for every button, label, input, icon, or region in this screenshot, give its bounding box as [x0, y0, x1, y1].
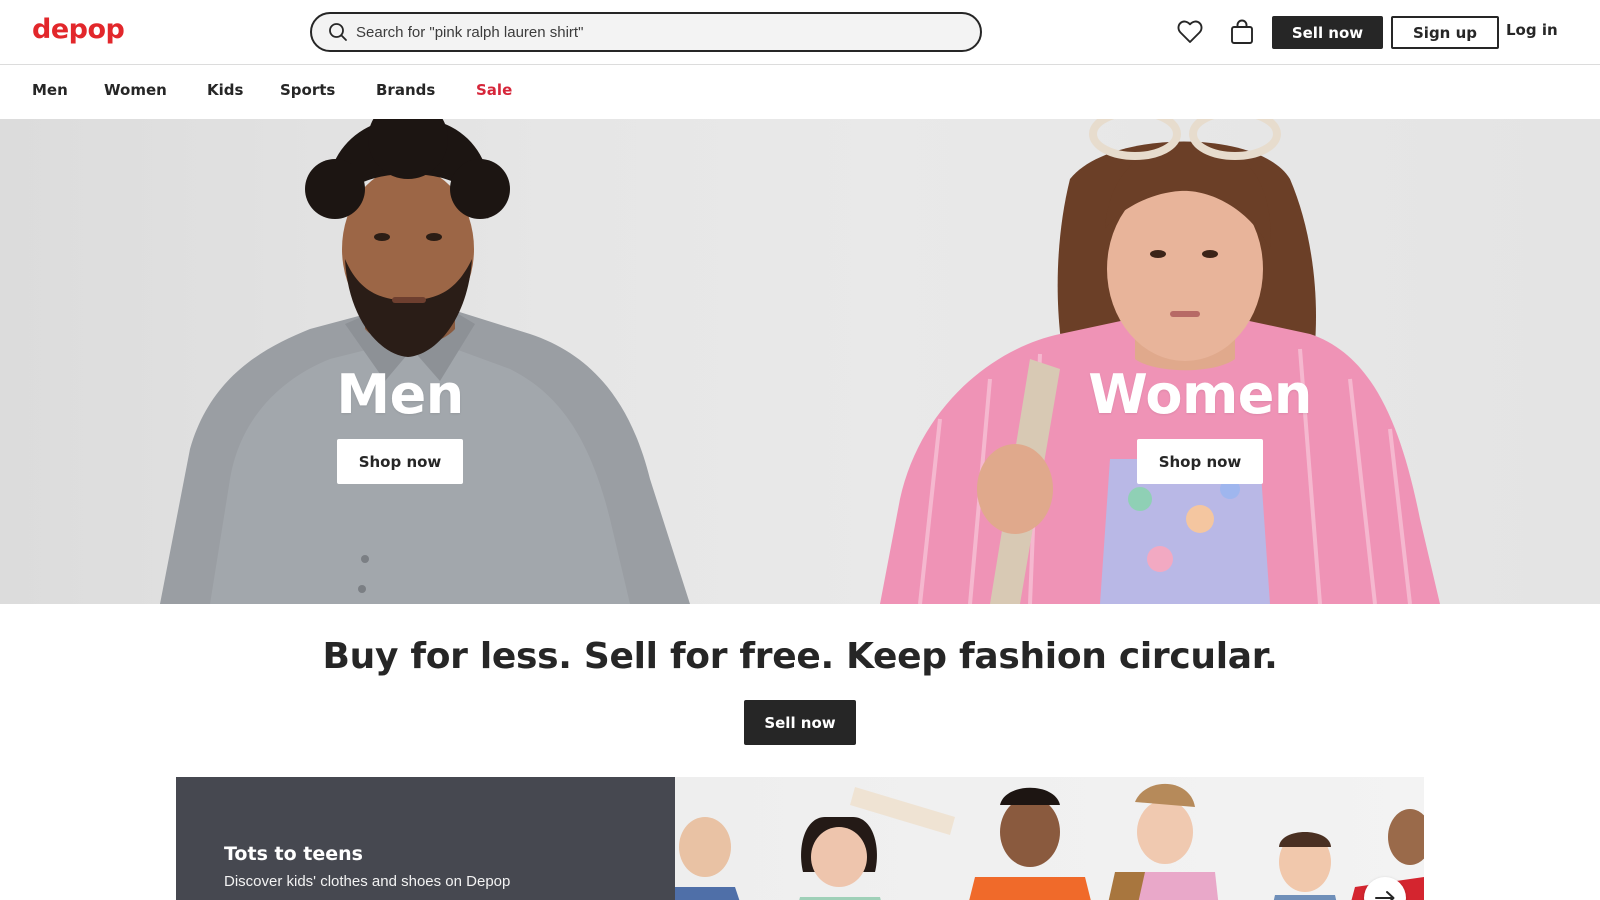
- kids-banner-panel: Tots to teens Discover kids' clothes and…: [176, 777, 675, 900]
- nav-item-men[interactable]: Men: [32, 81, 68, 99]
- hero-banner: Men Shop now Women Shop now: [0, 119, 1600, 604]
- tagline-heading: Buy for less. Sell for free. Keep fashio…: [322, 636, 1278, 677]
- bag-icon[interactable]: [1228, 18, 1256, 46]
- category-nav: Men Women Kids Sports Brands Sale: [0, 65, 1600, 119]
- sell-now-button[interactable]: Sell now: [1272, 16, 1383, 49]
- search-icon: [328, 22, 348, 42]
- depop-logo[interactable]: depop: [32, 14, 125, 45]
- women-hero-title: Women: [1088, 363, 1312, 426]
- nav-item-kids[interactable]: Kids: [207, 81, 243, 99]
- women-model-image: [880, 119, 1440, 604]
- log-in-link[interactable]: Log in: [1506, 21, 1558, 39]
- kids-banner-image: [675, 777, 1424, 900]
- search-bar[interactable]: [310, 12, 982, 52]
- heart-icon[interactable]: [1176, 18, 1204, 46]
- tagline-sell-now-button[interactable]: Sell now: [744, 700, 856, 745]
- men-hero-title: Men: [336, 363, 464, 426]
- kids-banner[interactable]: Tots to teens Discover kids' clothes and…: [176, 777, 1424, 900]
- men-shop-now-button[interactable]: Shop now: [337, 439, 463, 484]
- nav-item-brands[interactable]: Brands: [376, 81, 435, 99]
- site-header: depop Sell now Sign up Log in: [0, 0, 1600, 65]
- nav-item-sale[interactable]: Sale: [476, 81, 512, 99]
- women-shop-now-button[interactable]: Shop now: [1137, 439, 1263, 484]
- nav-item-women[interactable]: Women: [104, 81, 167, 99]
- kids-banner-subtitle: Discover kids' clothes and shoes on Depo…: [224, 873, 511, 890]
- kids-banner-title: Tots to teens: [224, 843, 363, 865]
- nav-item-sports[interactable]: Sports: [280, 81, 335, 99]
- search-input[interactable]: [356, 23, 980, 41]
- sign-up-button[interactable]: Sign up: [1391, 16, 1499, 49]
- men-model-image: [160, 119, 690, 604]
